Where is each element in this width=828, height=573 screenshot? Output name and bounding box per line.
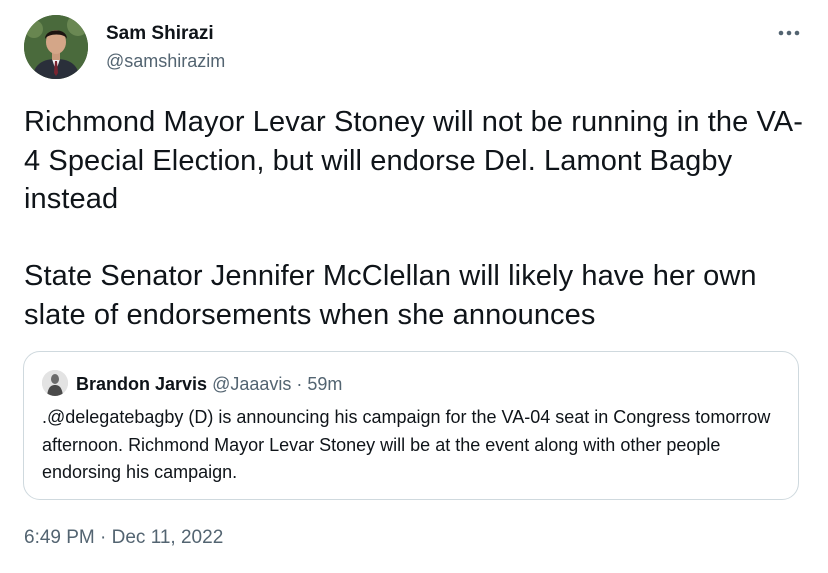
- tweet-paragraph: State Senator Jennifer McClellan will li…: [24, 260, 757, 331]
- quoted-tweet-header: Brandon Jarvis @Jaaavis · 59m: [76, 373, 342, 395]
- quoted-author-name: Brandon Jarvis: [76, 374, 208, 394]
- quoted-time: 59m: [307, 374, 343, 394]
- more-horizontal-icon: [778, 30, 800, 36]
- tweet-text: Richmond Mayor Levar Stoney will not be …: [24, 103, 814, 334]
- quoted-author-avatar: [42, 370, 68, 396]
- author-handle[interactable]: @samshirazim: [106, 49, 225, 73]
- quoted-separator: ·: [291, 374, 308, 394]
- more-options-button[interactable]: [772, 20, 806, 46]
- quoted-tweet-text: .@delegatebagby (D) is announcing his ca…: [42, 407, 771, 482]
- tweet-timestamp[interactable]: 6:49 PM · Dec 11, 2022: [24, 526, 223, 550]
- author-avatar[interactable]: [24, 15, 88, 79]
- quoted-author-handle: @Jaaavis: [212, 374, 292, 394]
- quoted-tweet[interactable]: Brandon Jarvis @Jaaavis · 59m .@delegate…: [23, 351, 799, 500]
- author-name[interactable]: Sam Shirazi: [106, 22, 214, 46]
- tweet-paragraph: Richmond Mayor Levar Stoney will not be …: [24, 106, 803, 215]
